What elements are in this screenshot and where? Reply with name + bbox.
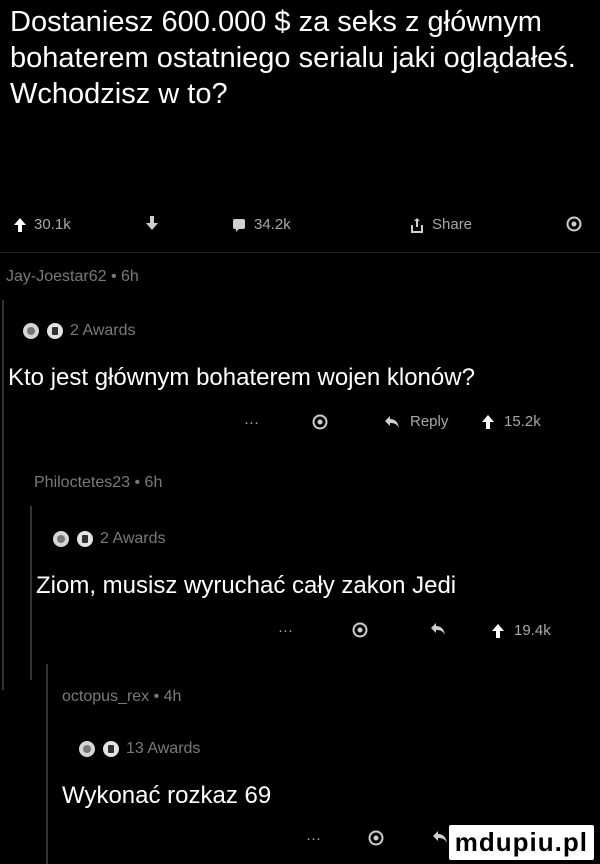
post-title: Dostaniesz 600.000 $ za seks z głównym b… [10,6,576,110]
silver-award-icon [53,531,69,547]
award-icon [352,622,368,638]
award-icon [368,830,384,846]
reply-button[interactable] [432,830,448,844]
comment-text: Wykonać rozkaz 69 [62,782,272,809]
downvote-arrow-icon [146,216,158,230]
site-watermark: mdupiu.pl [448,825,594,860]
thread-line[interactable] [46,664,48,864]
reply-button[interactable]: Reply [384,413,448,430]
reply-arrow-icon [433,831,447,843]
post-upvote-count: 30.1k [34,216,71,233]
comment-awards[interactable]: 13 Awards [78,740,200,758]
give-award-button[interactable] [352,622,368,638]
comment-awards[interactable]: 2 Awards [22,322,136,340]
more-options-button[interactable]: ··· [278,622,293,639]
awards-count: 2 Awards [70,322,136,339]
upvote-button[interactable]: 30.1k [14,216,71,233]
reply-arrow-icon [431,623,445,635]
silver-award-icon [23,323,39,339]
upvote-arrow-icon [482,414,494,429]
comment-text: Kto jest głównym bohaterem wojen klonów? [8,364,475,391]
comments-button[interactable]: 34.2k [232,216,291,233]
award-button[interactable] [566,216,582,232]
upvote-arrow-icon [492,623,504,638]
reply-arrow-icon [385,415,399,428]
award-icon [312,414,328,430]
share-label: Share [432,216,473,233]
comment-author[interactable]: octopus_rex • 4h [62,688,181,706]
comment-score: 15.2k [504,413,541,430]
award-icon [566,216,582,232]
helpful-award-icon [77,531,93,547]
share-button[interactable]: Share [410,216,472,233]
post-comment-count: 34.2k [254,216,291,233]
comment-author[interactable]: Jay-Joestar62 • 6h [6,268,139,286]
share-icon [411,217,423,233]
awards-count: 13 Awards [126,740,201,757]
downvote-button[interactable] [146,216,158,230]
comment-author[interactable]: Philoctetes23 • 6h [34,474,162,492]
give-award-button[interactable] [312,414,328,430]
comment-score: 19.4k [514,622,551,639]
silver-award-icon [79,741,95,757]
give-award-button[interactable] [368,830,384,846]
comment-upvote-button[interactable]: 19.4k [492,622,551,639]
awards-count: 2 Awards [100,530,166,547]
post-action-bar: 30.1k 34.2k Share [0,204,600,250]
reply-label: Reply [410,413,449,430]
reply-button[interactable] [430,622,446,636]
comment-awards[interactable]: 2 Awards [52,530,166,548]
comment-bubble-icon [233,218,245,232]
upvote-arrow-icon [14,217,26,232]
thread-line[interactable] [30,506,32,680]
more-options-button[interactable]: ··· [244,414,259,431]
divider [0,252,600,253]
comment-text: Ziom, musisz wyruchać cały zakon Jedi [36,572,457,599]
thread-line[interactable] [2,300,4,690]
helpful-award-icon [47,323,63,339]
helpful-award-icon [103,741,119,757]
comment-upvote-button[interactable]: 15.2k [482,413,541,430]
more-options-button[interactable]: ··· [306,830,321,847]
